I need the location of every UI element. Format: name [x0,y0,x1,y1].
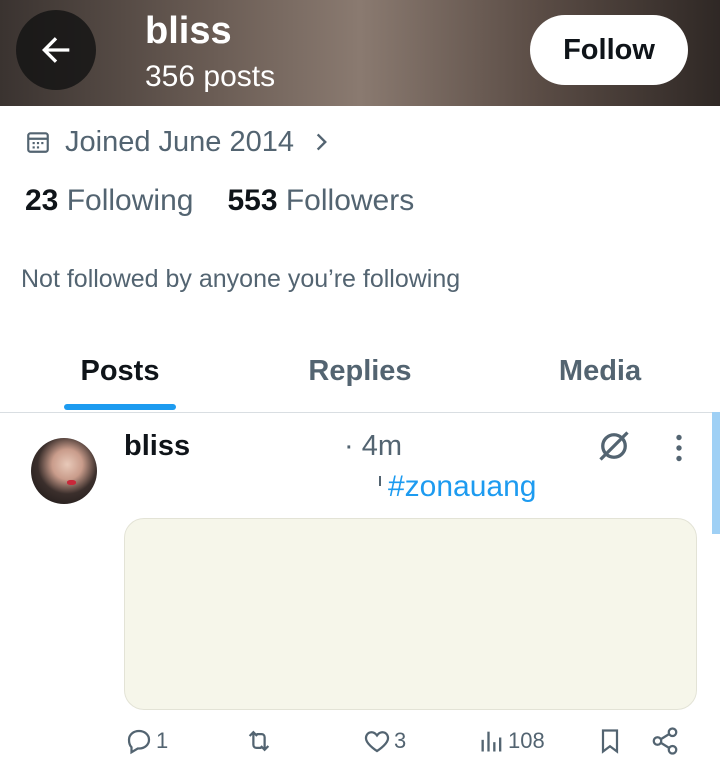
more-icon[interactable] [664,430,694,466]
header-posts-count: 356 posts [145,60,276,93]
avatar[interactable] [31,438,97,504]
calendar-icon [25,129,51,155]
following-label: Following [66,184,194,217]
follow-button[interactable]: Follow [530,15,688,85]
share-button[interactable] [650,726,680,756]
followers-count: 553 [227,184,278,217]
scrollbar[interactable] [712,412,720,534]
back-button[interactable] [16,10,96,90]
tab-posts[interactable]: Posts [0,330,240,412]
post-media[interactable] [124,518,697,710]
followers-link[interactable]: 553 Followers [227,184,414,218]
post-author[interactable]: bliss [124,430,190,463]
repost-button[interactable] [242,726,278,756]
views-icon [481,731,502,752]
joined-date[interactable]: Joined June 2014 [25,122,332,162]
bookmark-icon [601,729,619,754]
reply-icon [127,729,151,755]
reply-button[interactable]: 1 [124,726,168,756]
grok-icon[interactable] [596,428,632,464]
not-followed-text: Not followed by anyone you’re following [21,265,461,293]
repost-icon [248,730,270,752]
tab-replies[interactable]: Replies [240,330,480,412]
post-time[interactable]: · 4m [344,430,402,463]
header-name: bliss [145,10,232,52]
share-icon [652,727,678,755]
following-link[interactable]: 23 Following [25,184,193,218]
active-tab-indicator [64,404,176,410]
following-count: 23 [25,184,59,217]
bookmark-button[interactable] [596,726,624,756]
chevron-right-icon [312,129,332,155]
profile-tabs: Posts Replies Media [0,330,720,413]
follow-stats: 23 Following 553 Followers [25,184,414,218]
post-item[interactable]: bliss · 4m #zonauang 1 3 108 [0,412,720,774]
back-arrow-icon [42,37,70,63]
tab-media[interactable]: Media [480,330,720,412]
views-count: 108 [508,728,545,753]
views-button[interactable]: 108 [478,726,545,756]
reply-count: 1 [156,728,169,753]
profile-header: bliss 356 posts Follow [0,0,720,106]
like-button[interactable]: 3 [362,726,406,756]
followers-label: Followers [285,184,415,217]
joined-text: Joined June 2014 [65,125,294,158]
text-fragment [379,476,381,486]
post-actions: 1 3 108 [0,726,720,766]
like-count: 3 [394,728,407,753]
like-icon [364,731,390,753]
post-hashtag[interactable]: #zonauang [388,470,536,504]
